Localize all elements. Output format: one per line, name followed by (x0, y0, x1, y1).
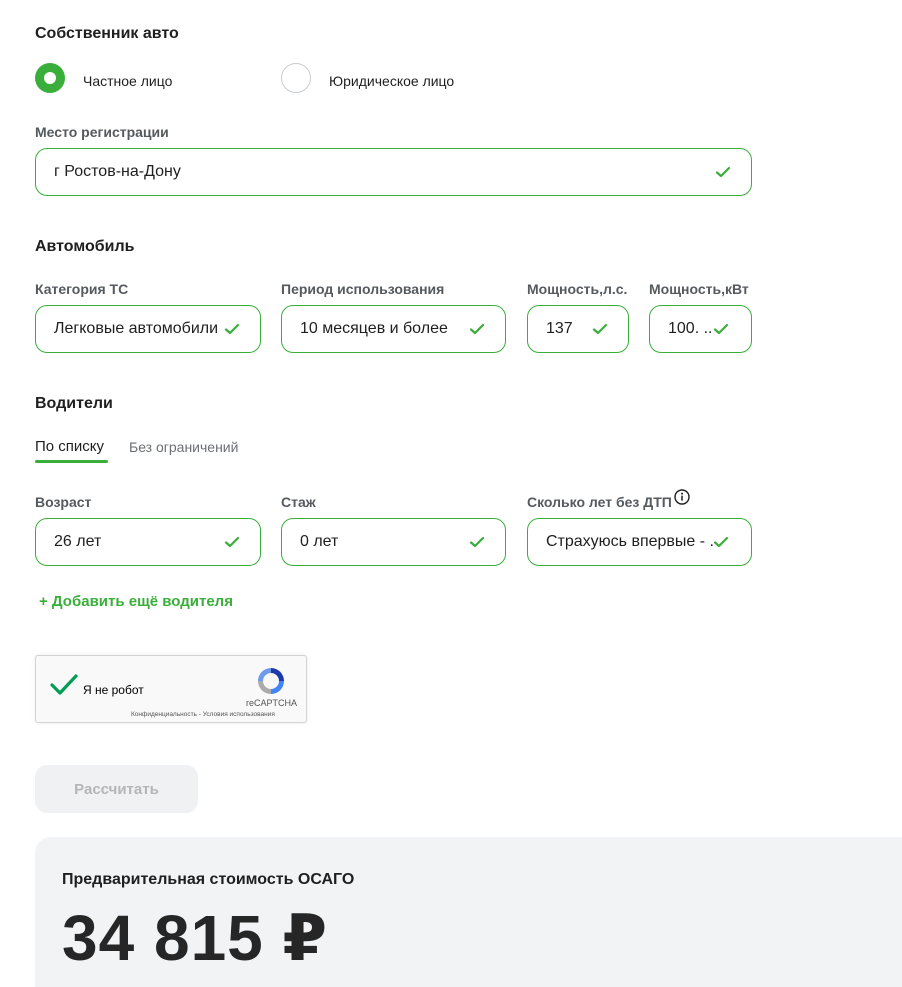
captcha-brand: reCAPTCHA (246, 698, 298, 708)
check-icon (224, 536, 240, 548)
registration-value: г Ростов-на-Дону (54, 163, 181, 180)
calculate-button[interactable]: Рассчитать (35, 765, 198, 813)
check-icon (713, 323, 729, 335)
experience-label: Стаж (281, 494, 316, 510)
radio-legal-entity[interactable] (281, 63, 311, 93)
power-hp-label: Мощность,л.с. (527, 281, 628, 297)
recaptcha-logo-icon (258, 668, 284, 694)
age-label: Возраст (35, 494, 92, 510)
period-value: 10 месяцев и более (300, 320, 448, 337)
check-icon (715, 166, 731, 178)
no-accident-select[interactable]: Страхуюсь впервые - ... (527, 518, 752, 566)
registration-label: Место регистрации (35, 124, 169, 140)
check-icon (469, 536, 485, 548)
period-select[interactable]: 10 месяцев и более (281, 305, 506, 353)
info-icon[interactable] (674, 489, 690, 505)
result-amount: 34 815 ₽ (62, 902, 329, 974)
drivers-section-title: Водители (35, 395, 113, 412)
check-icon (224, 323, 240, 335)
car-section-title: Автомобиль (35, 238, 135, 255)
registration-input[interactable]: г Ростов-на-Дону (35, 148, 752, 196)
captcha-label: Я не робот (83, 683, 144, 697)
category-label: Категория ТС (35, 281, 129, 297)
power-hp-value: 137 (546, 320, 573, 337)
category-value: Легковые автомобили (54, 320, 219, 337)
tab-active-underline (35, 460, 108, 463)
age-value: 26 лет (54, 533, 102, 550)
no-accident-value: Страхуюсь впервые - ... (546, 533, 713, 550)
check-icon (713, 536, 729, 548)
power-kw-label: Мощность,кВт (649, 281, 749, 297)
owner-section-title: Собственник авто (35, 25, 179, 42)
result-title: Предварительная стоимость ОСАГО (62, 871, 355, 888)
tab-unlimited[interactable]: Без ограничений (129, 439, 238, 455)
experience-input[interactable]: 0 лет (281, 518, 506, 566)
tab-by-list[interactable]: По списку (35, 438, 104, 455)
experience-value: 0 лет (300, 533, 339, 550)
radio-private-person[interactable] (35, 63, 65, 93)
captcha-checkmark-icon[interactable] (50, 673, 78, 697)
age-input[interactable]: 26 лет (35, 518, 261, 566)
no-accident-label: Сколько лет без ДТП (527, 494, 672, 510)
recaptcha-widget: Я не робот reCAPTCHA Конфиденциальность … (35, 655, 307, 723)
power-hp-input[interactable]: 137 (527, 305, 629, 353)
radio-private-person-label[interactable]: Частное лицо (83, 73, 172, 89)
result-panel: Предварительная стоимость ОСАГО 34 815 ₽ (35, 837, 902, 987)
check-icon (469, 323, 485, 335)
period-label: Период использования (281, 281, 445, 297)
power-kw-value: 100. ... (668, 320, 713, 337)
captcha-links[interactable]: Конфиденциальность - Условия использован… (131, 711, 275, 718)
check-icon (592, 323, 608, 335)
category-select[interactable]: Легковые автомобили (35, 305, 261, 353)
radio-legal-entity-label[interactable]: Юридическое лицо (329, 73, 454, 89)
add-driver-link[interactable]: + Добавить ещё водителя (39, 593, 233, 610)
power-kw-input[interactable]: 100. ... (649, 305, 752, 353)
